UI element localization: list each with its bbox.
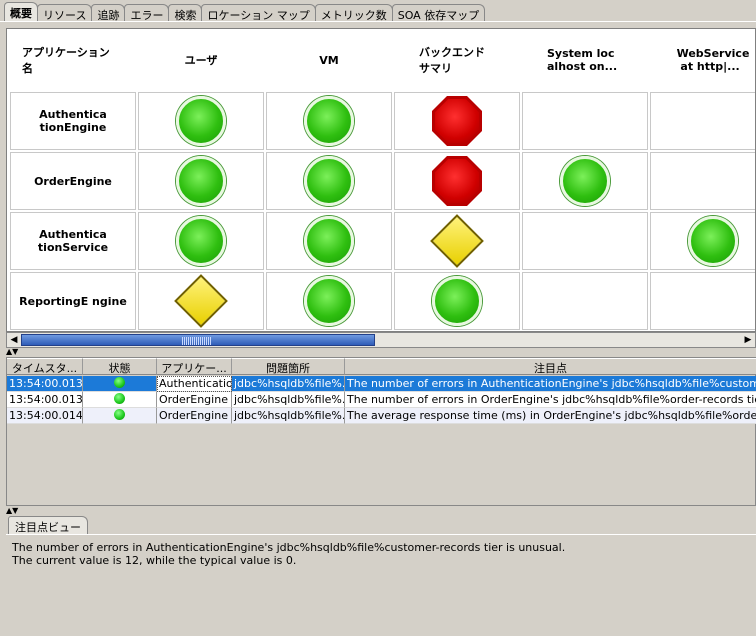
scroll-thumb[interactable] [21,334,375,346]
status-cell[interactable] [266,92,392,150]
cell-note: The number of errors in OrderEngine's jd… [345,392,756,408]
notable-detail-panel: The number of errors in AuthenticationEn… [6,534,756,636]
column-header[interactable]: タイムスタ... [7,358,83,375]
row-name[interactable]: Authentica tionEngine [10,92,136,150]
cell-location: jdbc%hsqldb%file%... [232,376,345,392]
column-header[interactable]: 注目点 [345,358,756,375]
status-green-icon [114,393,125,404]
status-cell[interactable] [266,212,392,270]
status-green-icon [114,409,125,420]
cell-status [83,408,157,424]
tab-0[interactable]: 概要 [4,2,38,21]
status-cell[interactable] [266,152,392,210]
status-cell[interactable] [650,92,755,150]
status-cell[interactable] [522,92,648,150]
cell-timestamp: 13:54:00.014... [7,408,83,424]
table-row[interactable]: 13:54:00.013... OrderEnginejdbc%hsqldb%fi… [7,392,756,408]
column-header[interactable]: 問題箇所 [232,358,345,375]
status-cell[interactable] [138,212,264,270]
status-cell[interactable] [394,212,520,270]
cell-note: The number of errors in AuthenticationEn… [345,376,756,392]
detail-line-2: The current value is 12, while the typic… [12,554,297,567]
cell-status [83,376,157,392]
scroll-left-icon[interactable]: ◀ [7,333,21,347]
table-row[interactable]: 13:54:00.014... OrderEnginejdbc%hsqldb%fi… [7,408,756,424]
cell-location: jdbc%hsqldb%file%... [232,392,345,408]
grid-header: VM [319,53,339,67]
status-green-icon [176,96,226,146]
status-cell[interactable] [138,152,264,210]
grid-header: アプリケーション 名 [22,46,110,75]
grid-header: ユーザ [184,54,218,67]
splitter-arrows-icon-2[interactable]: ▲▼ [6,507,18,515]
tab-1[interactable]: リソース [37,4,93,22]
events-table: タイムスタ...状態アプリケー...問題箇所注目点13:54:00.013...… [6,357,756,506]
table-row[interactable]: 13:54:00.013... Authenticatio...jdbc%hsql… [7,376,756,392]
status-cell[interactable] [522,272,648,330]
main-tabs: 概要 リソース 追跡 エラー 検索 ロケーション マップ メトリック数 SOA 依存マップ [4,2,486,22]
row-name[interactable]: OrderEngine [10,152,136,210]
grid-header: WebService at http|... [676,47,750,73]
splitter-arrows-icon[interactable]: ▲▼ [6,348,18,356]
grid-header: バックエンド サマリ [419,46,485,75]
cell-note: The average response time (ms) in OrderE… [345,408,756,424]
status-grid: アプリケーション 名 ユーザ VM バックエンド サマリ System loc alho… [6,28,756,332]
status-cell[interactable] [138,92,264,150]
status-cell[interactable] [522,212,648,270]
cell-application: OrderEngine [157,408,232,424]
scroll-right-icon[interactable]: ▶ [741,333,755,347]
grid-header: System loc alhost on... [547,47,618,73]
column-header[interactable]: 状態 [83,358,157,375]
status-green-icon [304,156,354,206]
tab-6[interactable]: メトリック数 [314,4,393,22]
horizontal-scrollbar[interactable]: ◀ ▶ [6,332,756,348]
tab-notable-view[interactable]: 注目点ビュー [8,516,88,535]
status-red-icon [432,96,482,146]
cell-timestamp: 13:54:00.013... [7,392,83,408]
status-red-icon [432,156,482,206]
status-cell[interactable] [394,152,520,210]
status-cell[interactable] [394,92,520,150]
status-green-icon [432,276,482,326]
status-yellow-icon [174,274,228,328]
status-cell[interactable] [138,272,264,330]
cell-location: jdbc%hsqldb%file%... [232,408,345,424]
status-cell[interactable] [266,272,392,330]
status-cell[interactable] [650,152,755,210]
tab-5[interactable]: ロケーション マップ [201,4,316,22]
row-name[interactable]: Authentica tionService [10,212,136,270]
row-name[interactable]: ReportingE ngine [10,272,136,330]
status-green-icon [114,377,125,388]
tab-3[interactable]: エラー [124,4,170,22]
cell-status [83,392,157,408]
cell-timestamp: 13:54:00.013... [7,376,83,392]
cell-application: Authenticatio... [157,376,232,392]
status-cell[interactable] [394,272,520,330]
tab-7[interactable]: SOA 依存マップ [391,4,486,22]
status-green-icon [304,216,354,266]
status-cell[interactable] [650,272,755,330]
status-green-icon [560,156,610,206]
status-green-icon [176,216,226,266]
status-cell[interactable] [522,152,648,210]
status-green-icon [688,216,738,266]
column-header[interactable]: アプリケー... [157,358,232,375]
status-cell[interactable] [650,212,755,270]
tab-4[interactable]: 検索 [168,4,203,22]
cell-application: OrderEngine [157,392,232,408]
detail-line-1: The number of errors in AuthenticationEn… [12,541,566,554]
status-green-icon [304,96,354,146]
tab-2[interactable]: 追跡 [91,4,126,22]
status-green-icon [176,156,226,206]
status-green-icon [304,276,354,326]
status-yellow-icon [430,214,484,268]
